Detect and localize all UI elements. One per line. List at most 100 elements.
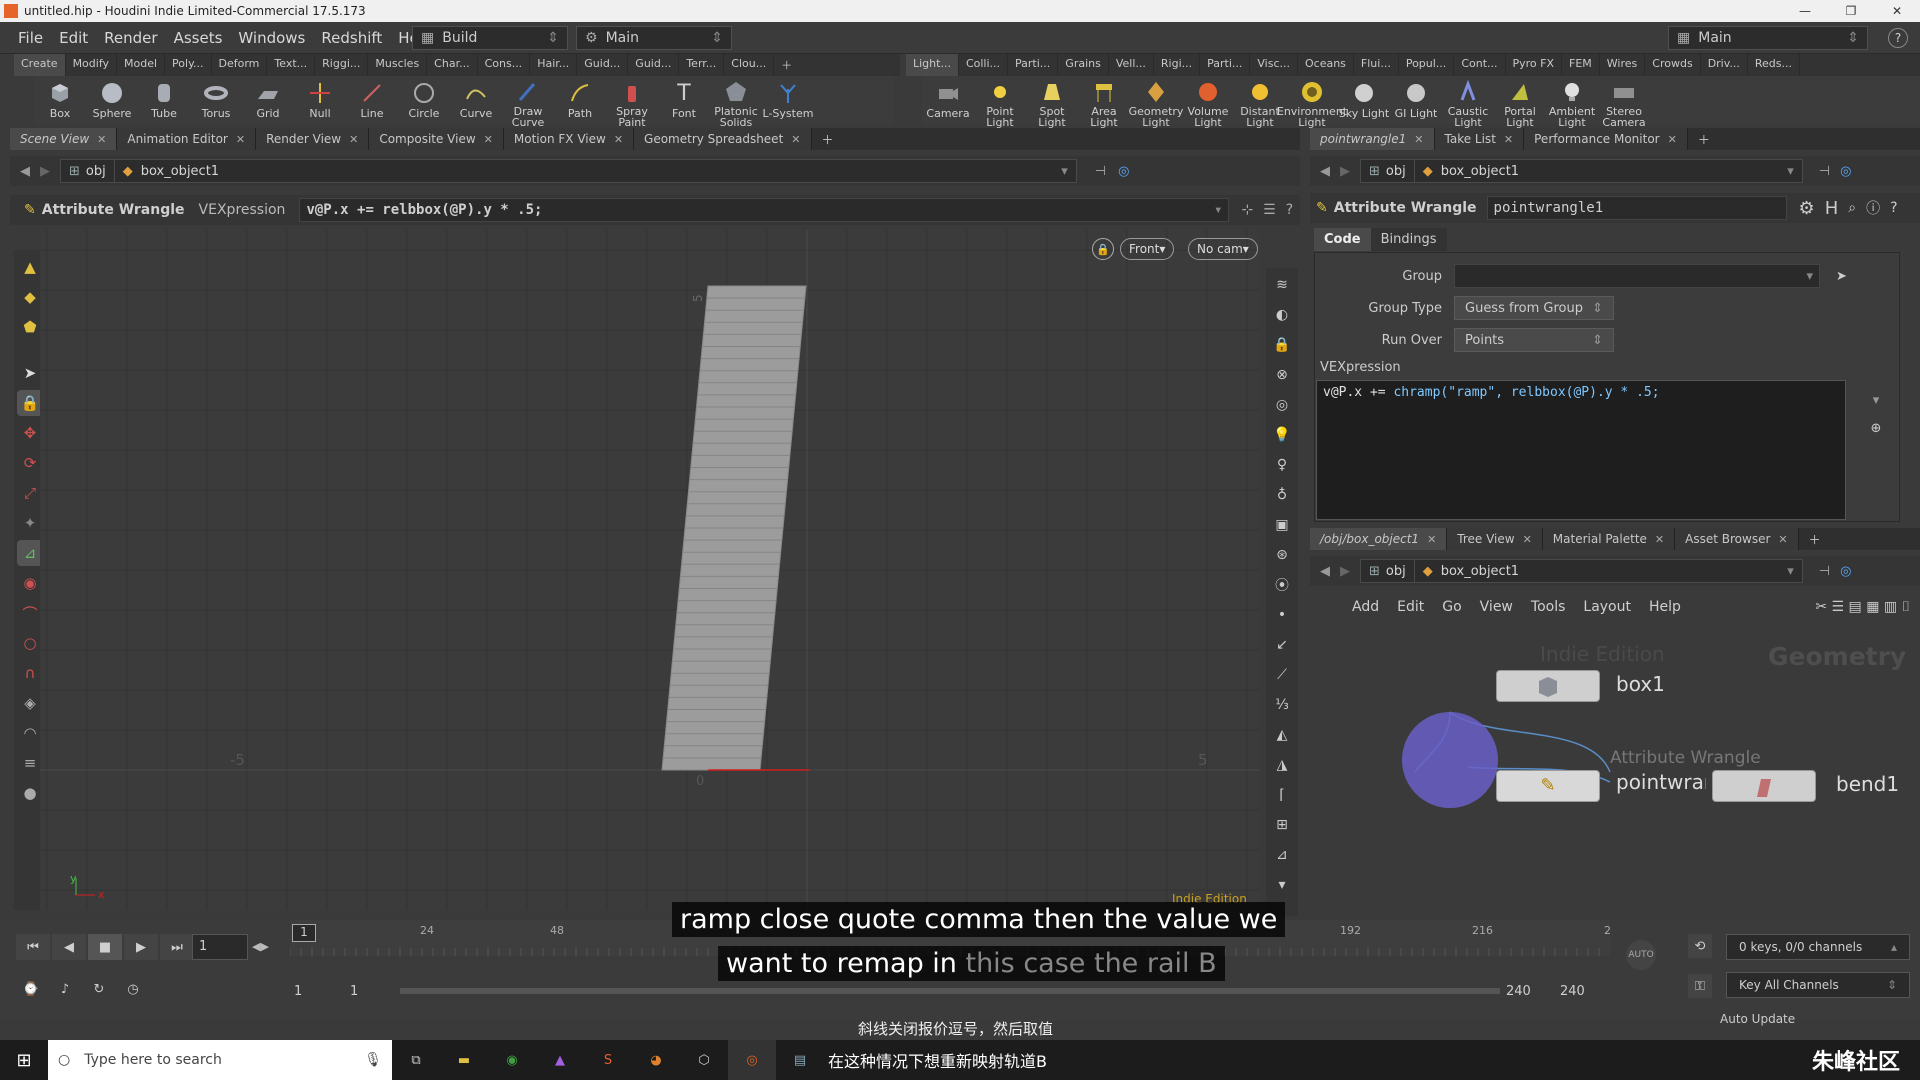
realtime-icon[interactable]: ⌚: [16, 976, 46, 1002]
frame-marker[interactable]: 1: [292, 924, 316, 942]
net-menu-layout[interactable]: Layout: [1583, 599, 1631, 615]
taskbar-search[interactable]: ○ Type here to search 🎙: [48, 1040, 392, 1080]
camera-dropdown[interactable]: No cam▾: [1188, 238, 1258, 260]
shelf-tab[interactable]: Popul...: [1399, 54, 1455, 76]
wire-icon[interactable]: ◭: [1269, 722, 1295, 748]
node-bend1[interactable]: [1712, 770, 1816, 802]
box-tool[interactable]: Box: [34, 76, 86, 124]
link-icon[interactable]: ◎: [1118, 164, 1129, 179]
pin-icon[interactable]: ⊣: [1095, 164, 1106, 179]
shelf-tab[interactable]: Crowds: [1645, 54, 1701, 76]
search-icon[interactable]: ⌕: [1848, 200, 1856, 216]
shelf-tab[interactable]: Oceans: [1298, 54, 1354, 76]
headlight-icon[interactable]: ♀: [1269, 452, 1295, 478]
net-menu-go[interactable]: Go: [1442, 599, 1461, 615]
shelf-tab[interactable]: Poly...: [165, 54, 212, 76]
curve-tool[interactable]: Curve: [450, 76, 502, 124]
measure-icon[interactable]: ⊿: [1269, 842, 1295, 868]
bg-icon[interactable]: ▣: [1269, 512, 1295, 538]
tube-tool[interactable]: Tube: [138, 76, 190, 124]
back-arrow-icon[interactable]: ◀: [1320, 164, 1330, 179]
tab-tree-view[interactable]: Tree View ✕: [1447, 528, 1543, 550]
shelf-tab[interactable]: Text...: [267, 54, 316, 76]
link-icon[interactable]: ◎: [1840, 564, 1851, 579]
range-start-2[interactable]: 1: [350, 984, 358, 999]
net-menu-add[interactable]: Add: [1352, 599, 1379, 615]
sphere-tool[interactable]: Sphere: [86, 76, 138, 124]
path-tool[interactable]: Path: [554, 76, 606, 124]
key-all-channels[interactable]: Key All Channels ⇕: [1726, 972, 1910, 998]
circle-tool[interactable]: Circle: [398, 76, 450, 124]
lock-camera-icon[interactable]: 🔒: [1269, 332, 1295, 358]
group-field[interactable]: ▾: [1454, 264, 1820, 288]
line-tool[interactable]: Line: [346, 76, 398, 124]
shelf-tab[interactable]: Cons...: [478, 54, 531, 76]
path-object[interactable]: ◆ box_object1 ▾: [1414, 159, 1803, 183]
shelf-tab-lights[interactable]: Light...: [906, 54, 959, 76]
current-frame-field[interactable]: 1: [192, 934, 248, 960]
volume-light-tool[interactable]: Volume Light: [1182, 76, 1234, 128]
shelf-tab[interactable]: Driv...: [1701, 54, 1748, 76]
link-icon[interactable]: ◎: [1840, 164, 1851, 179]
shading-icon[interactable]: ◎: [1269, 392, 1295, 418]
edge-icon[interactable]: ⟋: [1269, 662, 1295, 688]
forward-arrow-icon[interactable]: ▶: [1340, 564, 1350, 579]
tab-material-palette[interactable]: Material Palette ✕: [1542, 528, 1676, 550]
display-options-icon[interactable]: ≋: [1269, 272, 1295, 298]
shelf-tab[interactable]: Deform: [212, 54, 268, 76]
add-shelf-icon[interactable]: ＋: [774, 54, 799, 76]
shelf-tab[interactable]: FEM: [1562, 54, 1600, 76]
vex-dropdown-icon[interactable]: ▾: [1866, 390, 1886, 410]
shelf-tab[interactable]: Guid...: [628, 54, 680, 76]
unity-icon[interactable]: ⬡: [680, 1040, 728, 1080]
node-pointwrangle1[interactable]: ✎: [1496, 770, 1600, 802]
shelf-tab-create[interactable]: Create: [14, 54, 66, 76]
caustic-light-tool[interactable]: Caustic Light: [1442, 76, 1494, 128]
forward-arrow-icon[interactable]: ▶: [40, 164, 50, 179]
viewport-lock-icon[interactable]: 🔒: [1092, 238, 1114, 260]
channel-icon[interactable]: ⟲: [1688, 934, 1712, 958]
tab-performance-monitor[interactable]: Performance Monitor ✕: [1524, 128, 1688, 150]
corner-icon[interactable]: ⌈: [1269, 782, 1295, 808]
light-bulb-icon[interactable]: 💡: [1269, 422, 1295, 448]
portal-light-tool[interactable]: Portal Light: [1494, 76, 1546, 128]
key-icon[interactable]: ⚿: [1688, 974, 1712, 998]
net-menu-view[interactable]: View: [1480, 599, 1513, 615]
pin-icon[interactable]: ⊣: [1819, 564, 1830, 579]
tab-network-path[interactable]: /obj/box_object1 ✕: [1310, 528, 1448, 550]
scene-viewport[interactable]: -5 5 0 5 Indie Edition y x 🔒 Front▾ No c…: [40, 230, 1260, 910]
geometry-light-tool[interactable]: Geometry Light: [1129, 76, 1183, 128]
path-object[interactable]: ◆ box_object1 ▾: [1414, 559, 1803, 583]
tab-animation-editor[interactable]: Animation Editor ✕: [117, 128, 257, 150]
shelf-tab[interactable]: Colli...: [959, 54, 1009, 76]
desktop-build-dropdown[interactable]: ▦ Build ⇕: [412, 26, 568, 50]
add-tab-icon[interactable]: ＋: [1688, 128, 1720, 150]
task-view-icon[interactable]: ⧉: [392, 1040, 440, 1080]
tab-pointwrangle1[interactable]: pointwrangle1 ✕: [1310, 128, 1435, 150]
shelf-tab[interactable]: Hair...: [530, 54, 578, 76]
range-end-2[interactable]: 240: [1560, 984, 1585, 999]
camera-lock-icon[interactable]: ◐: [1269, 302, 1295, 328]
environment-light-tool[interactable]: Environment Light: [1277, 76, 1347, 128]
platonic-tool[interactable]: Platonic Solids: [710, 76, 762, 128]
shelf-tab[interactable]: Grains: [1058, 54, 1109, 76]
audio-icon[interactable]: ♪: [50, 976, 80, 1002]
blender-icon[interactable]: ◕: [632, 1040, 680, 1080]
gear-icon[interactable]: ⚙: [1799, 198, 1815, 219]
range-start[interactable]: 1: [294, 984, 302, 999]
tab-asset-browser[interactable]: Asset Browser ✕: [1675, 528, 1799, 550]
node-box1[interactable]: [1496, 670, 1600, 702]
path-root[interactable]: ⊞ obj: [60, 159, 115, 183]
snap-grid-icon[interactable]: ⊞: [1269, 812, 1295, 838]
spot-light-tool[interactable]: Spot Light: [1026, 76, 1078, 128]
network-tools-icons[interactable]: ✂ ☰ ▤ ▦ ▥ ⌷: [1815, 599, 1910, 615]
windows-start-icon[interactable]: ⊞: [0, 1040, 48, 1080]
file-explorer-icon[interactable]: ▬: [440, 1040, 488, 1080]
pin-icon[interactable]: ⊣: [1819, 164, 1830, 179]
shelf-tab[interactable]: Wires: [1600, 54, 1646, 76]
app-triangle-icon[interactable]: ▲: [536, 1040, 584, 1080]
vexpression-editor[interactable]: v@P.x += chramp("ramp", relbbox(@P).y * …: [1316, 380, 1846, 520]
path-root[interactable]: ⊞ obj: [1360, 159, 1415, 183]
clock-icon[interactable]: ◷: [118, 976, 148, 1002]
point-light-tool[interactable]: Point Light: [974, 76, 1026, 128]
